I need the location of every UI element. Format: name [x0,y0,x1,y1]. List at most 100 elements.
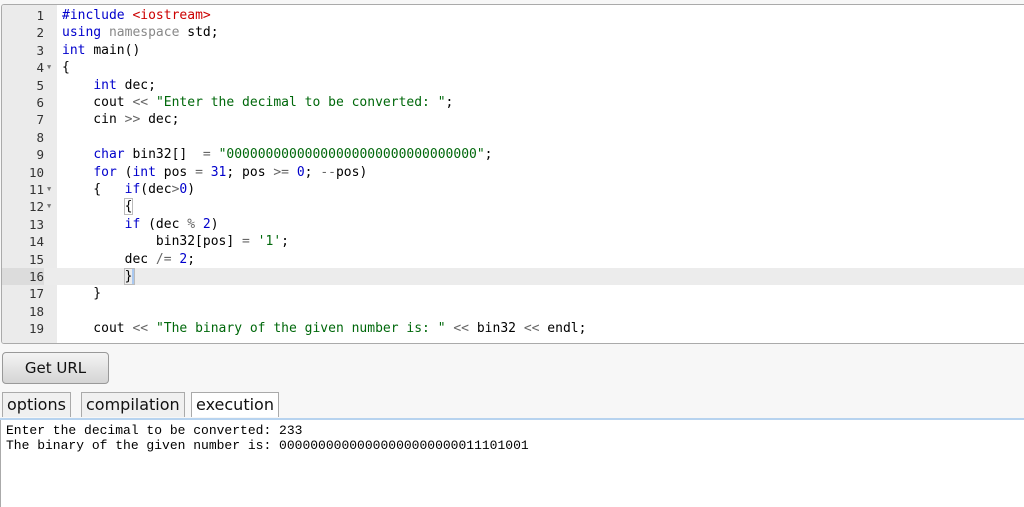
tab-compilation[interactable]: compilation [81,392,185,417]
code-editor[interactable]: 1 #include <iostream> 2 using namespace std… [1,4,1024,344]
output-tabs: options compilation execution [0,392,1024,422]
line-number: 6 [36,95,44,110]
line-number: 5 [36,77,44,93]
code-token: dec [62,251,156,267]
output-line: The binary of the given number is: 00000… [6,438,529,453]
code-text: using namespace std; [62,24,219,41]
code-line[interactable]: 16 } [2,268,1024,286]
line-number: 18 [28,303,44,319]
code-token: << [523,321,548,337]
code-token: int [93,77,125,93]
fold-arrow-icon[interactable]: ▼ [47,59,51,76]
line-number: 15 [28,251,44,267]
line-number: 12 [28,199,44,215]
code-text: cout << "Enter the decimal to be convert… [62,94,453,111]
code-line[interactable]: 4 ▼ { [2,59,1024,76]
code-token: ; [281,234,289,250]
code-text: int main() [62,42,140,59]
code-text: { [62,59,70,76]
code-token: endl; [547,321,587,337]
code-token: -- [320,164,336,180]
code-text: cin >> dec; [62,111,179,128]
code-token: #include [62,8,133,23]
code-token: int [132,164,164,180]
line-number: 14 [28,234,44,250]
code-line[interactable]: 13 if (dec % 2) [2,216,1024,233]
fold-arrow-icon[interactable]: ▼ [47,181,51,198]
code-token: "Enter the decimal to be converted: " [155,95,446,110]
code-token: } [62,286,102,302]
code-token: ) [187,182,196,197]
code-line[interactable]: 12 ▼ { [2,198,1024,216]
line-number: 2 [36,25,44,41]
code-token: if [124,182,141,197]
fold-arrow-icon[interactable]: ▼ [47,198,51,215]
line-number: 19 [28,321,44,337]
code-line[interactable]: 1 #include <iostream> [2,7,1024,24]
code-line[interactable]: 11 ▼ { if(dec>0) [2,181,1024,198]
code-line[interactable]: 15 dec /= 2; [2,251,1024,268]
get-url-button[interactable]: Get URL [2,352,109,384]
code-line[interactable]: 8 [2,129,1024,146]
code-token: ; [484,147,493,163]
tab-options[interactable]: options [2,392,71,417]
line-number: 16 [2,268,44,286]
code-token: << [132,321,156,337]
code-token: cout [62,95,133,110]
code-token: (dec [140,182,172,197]
code-line[interactable]: 19 cout << "The binary of the given numb… [2,320,1024,337]
code-text: char bin32[] = "000000000000000000000000… [62,146,493,163]
code-token: <iostream> [132,8,211,23]
line-number: 10 [28,164,44,180]
code-token: 0 [296,164,305,180]
code-line[interactable]: 6 cout << "Enter the decimal to be conve… [2,94,1024,111]
code-token: ) [210,216,219,232]
code-text: { if(dec>0) [62,181,195,198]
code-token: char [93,147,133,163]
code-line[interactable]: 18 [2,303,1024,320]
code-token: ; [304,164,321,180]
line-number: 17 [28,286,44,302]
code-text: int dec; [62,77,156,94]
code-token: '1' [257,234,282,250]
code-token: ; [187,251,196,267]
code-token: bin32 [476,321,524,337]
code-token: pos [163,164,196,180]
code-token: << [453,321,477,337]
code-token: >= [273,164,297,180]
code-line[interactable]: 5 int dec; [2,77,1024,94]
code-token: cin [62,112,125,128]
code-text: } [62,268,136,285]
code-token: { [62,60,70,76]
code-token: { [123,198,134,216]
execution-output: Enter the decimal to be converted: 233 Th… [0,420,1024,507]
code-text: cout << "The binary of the given number … [62,320,586,337]
code-token: 2 [202,216,211,232]
code-line[interactable]: 3 int main() [2,42,1024,59]
code-token: /= [155,251,180,267]
code-line[interactable]: 10 for (int pos = 31; pos >= 0; --pos) [2,164,1024,181]
code-token: dec; [148,112,180,128]
code-text: } [62,285,101,302]
output-line: Enter the decimal to be converted: 233 [6,423,303,438]
code-line[interactable]: 9 char bin32[] = "0000000000000000000000… [2,146,1024,163]
code-token: std; [187,25,219,41]
code-text: if (dec % 2) [62,216,219,233]
tab-execution[interactable]: execution [191,392,279,417]
code-text: dec /= 2; [62,251,195,268]
code-token: main() [93,42,141,58]
code-line[interactable]: 7 cin >> dec; [2,111,1024,128]
code-token: for [93,164,125,180]
code-line[interactable]: 14 bin32[pos] = '1'; [2,233,1024,250]
code-token: dec; [124,77,156,93]
code-token: namespace [108,25,188,41]
code-text: for (int pos = 31; pos >= 0; --pos) [62,164,367,181]
code-token: << [132,95,156,110]
code-token: int [62,42,94,58]
code-line[interactable]: 2 using namespace std; [2,24,1024,41]
code-line[interactable]: 17 } [2,285,1024,302]
